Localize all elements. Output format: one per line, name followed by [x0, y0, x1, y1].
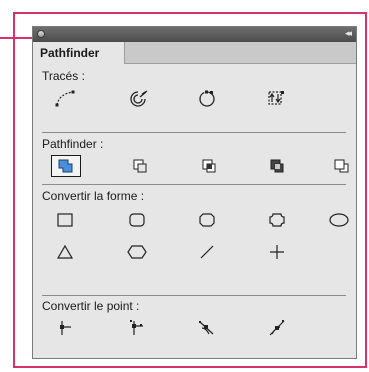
plain-point-icon[interactable] [52, 316, 78, 340]
intersect-icon[interactable] [196, 154, 222, 178]
exclude-icon[interactable] [264, 154, 290, 178]
close-icon[interactable] [37, 30, 45, 38]
reverse-path-icon[interactable] [264, 86, 290, 110]
panel-titlebar[interactable]: ◂◂ [33, 27, 356, 42]
outline-stroke-icon[interactable] [125, 86, 151, 110]
divider [42, 184, 346, 185]
tab-pathfinder[interactable]: Pathfinder [33, 42, 125, 64]
symmetrical-point-icon[interactable] [264, 316, 290, 340]
collapse-icon[interactable]: ◂◂ [345, 28, 352, 40]
join-icon[interactable] [53, 86, 79, 110]
triangle-icon[interactable] [52, 240, 78, 264]
rectangle-icon[interactable] [52, 208, 78, 232]
section-convert-point: Convertir le point : [42, 299, 346, 342]
divider [42, 295, 346, 296]
callout-leader-line [0, 37, 32, 39]
rounded-rectangle-icon[interactable] [124, 208, 150, 232]
section-pathfinder: Pathfinder : [42, 137, 349, 180]
close-path-icon[interactable] [194, 86, 220, 110]
section-traces: Tracés : [42, 69, 346, 112]
subtract-icon[interactable] [127, 154, 153, 178]
section-label-traces: Tracés : [42, 69, 85, 83]
add-icon[interactable] [51, 155, 81, 177]
smooth-point-icon[interactable] [194, 316, 220, 340]
orthogonal-line-icon[interactable] [264, 240, 290, 264]
polygon-icon[interactable] [124, 240, 150, 264]
corner-point-icon[interactable] [124, 316, 150, 340]
section-label-convert-point: Convertir le point : [42, 299, 140, 313]
section-label-convert-shape: Convertir la forme : [42, 189, 145, 203]
section-convert-shape: Convertir la forme : [42, 189, 349, 266]
pathfinder-panel: ◂◂ Pathfinder Tracés : Pathfinder: Conv… [32, 26, 357, 359]
tab-strip: Pathfinder [33, 42, 356, 64]
minus-back-icon[interactable] [329, 154, 355, 178]
inverse-rounded-rectangle-icon[interactable] [264, 208, 290, 232]
section-label-pathfinder: Pathfinder : [42, 137, 104, 151]
line-icon[interactable] [194, 240, 220, 264]
ellipse-icon[interactable] [326, 208, 352, 232]
beveled-rectangle-icon[interactable] [194, 208, 220, 232]
divider [42, 132, 346, 133]
